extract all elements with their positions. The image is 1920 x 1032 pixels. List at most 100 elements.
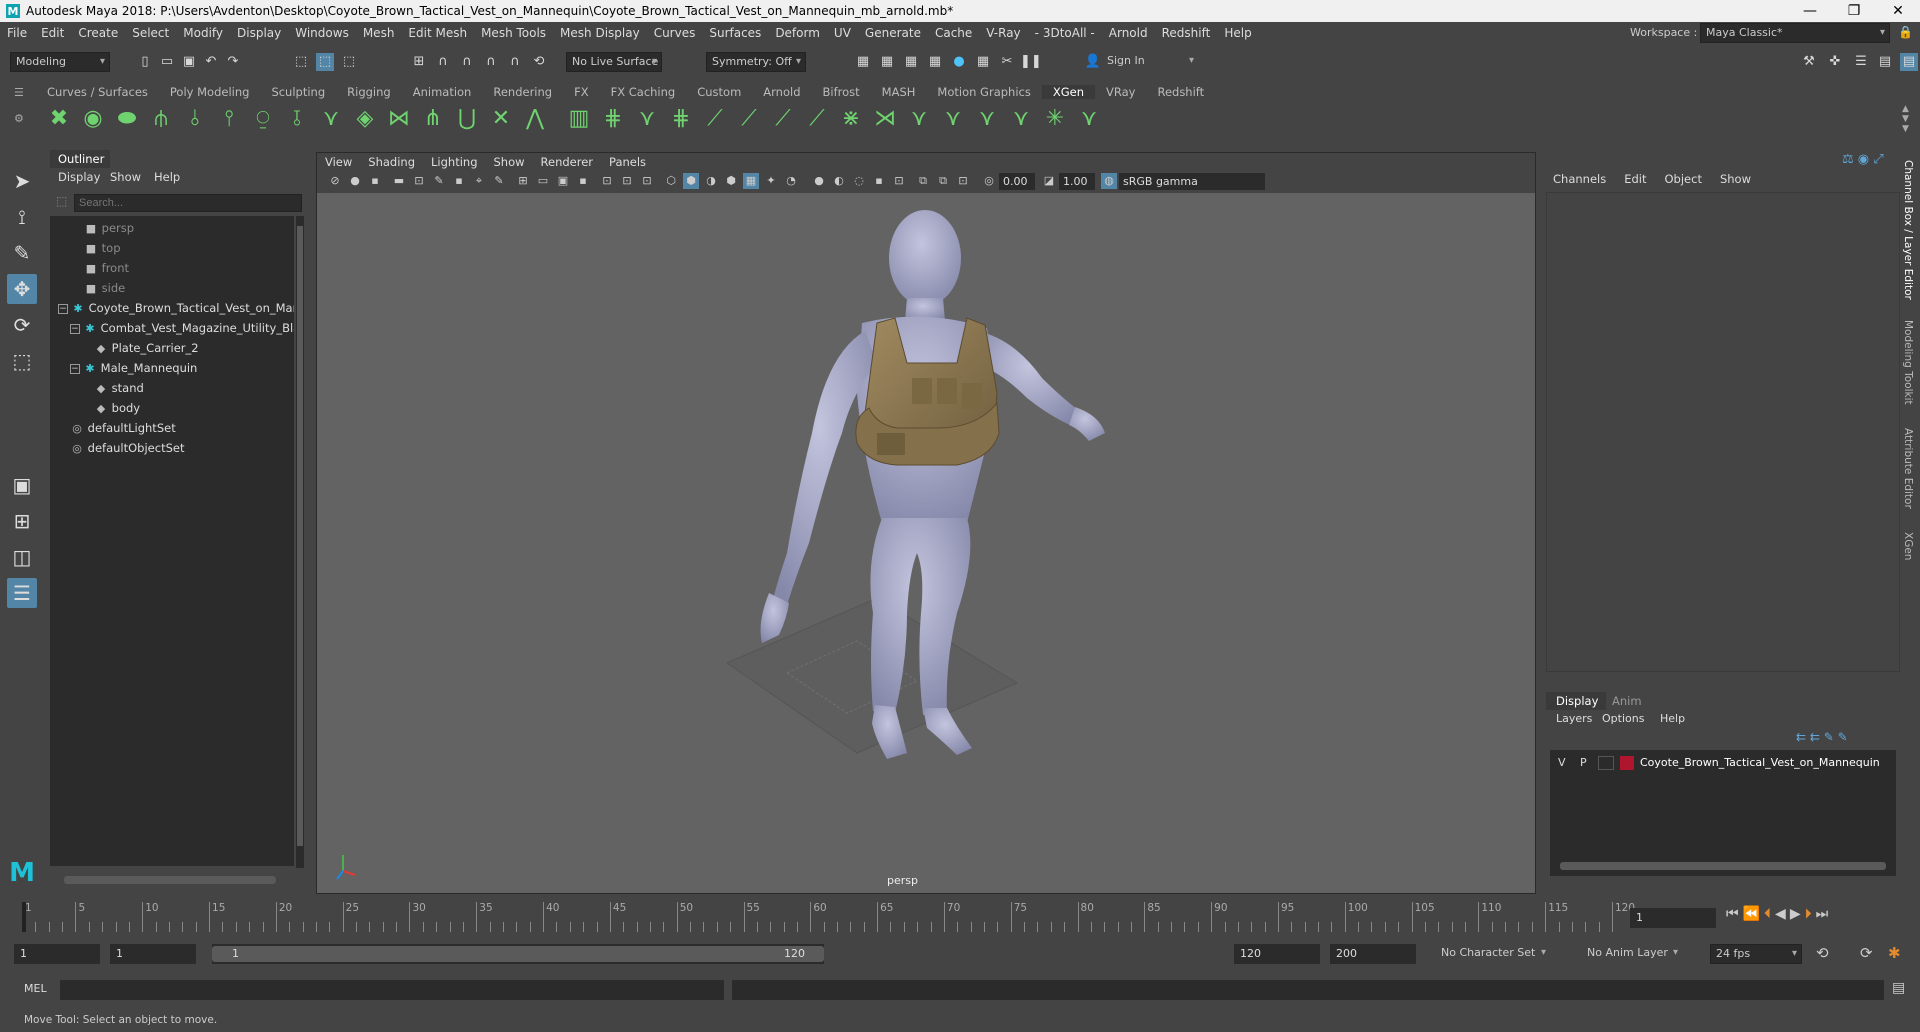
ambient-occlusion-icon[interactable]: ✦ xyxy=(763,173,779,189)
menu-curves[interactable]: Curves xyxy=(647,26,703,40)
channel-box-icon[interactable]: ▤ xyxy=(1900,53,1918,71)
xgen-editor-icon[interactable]: ✖ xyxy=(44,104,74,134)
menu-mesh[interactable]: Mesh xyxy=(356,26,402,40)
end-time-field[interactable]: 200 xyxy=(1330,944,1416,964)
xgen-preview-icon[interactable]: ◉ xyxy=(78,104,108,134)
hypershade-icon[interactable]: ● xyxy=(950,53,968,71)
step-forward-frame-icon[interactable]: ⏵ xyxy=(1805,906,1816,922)
select-object-icon[interactable]: ⬚ xyxy=(316,53,334,71)
command-language-label[interactable]: MEL xyxy=(24,982,47,995)
color-management-icon[interactable]: ◍ xyxy=(1101,173,1117,189)
channel-box-menu-show[interactable]: Show xyxy=(1711,170,1760,188)
menu-mesh-display[interactable]: Mesh Display xyxy=(553,26,647,40)
groom-direction-icon[interactable]: ⋎ xyxy=(1074,104,1104,134)
color-space-dropdown[interactable]: sRGB gamma xyxy=(1119,173,1265,190)
frame-all-icon[interactable]: ⊡ xyxy=(955,173,971,189)
xgen-interactive-groom-icon[interactable]: ▥ xyxy=(564,104,594,134)
current-time-indicator[interactable] xyxy=(22,902,26,932)
xgen-cut-icon[interactable]: ⋃ xyxy=(452,104,482,134)
outliner-item-side[interactable]: ■ side xyxy=(50,278,294,298)
isolate-select-icon[interactable]: ● xyxy=(811,173,827,189)
outliner-item-top[interactable]: ■ top xyxy=(50,238,294,258)
lights-icon[interactable]: ⬢ xyxy=(723,173,739,189)
xgen-density-icon[interactable]: ⋔ xyxy=(418,104,448,134)
film-gate-icon[interactable]: ⌖ xyxy=(471,173,487,189)
menu-set-dropdown[interactable]: Modeling xyxy=(10,52,110,72)
menu-vray[interactable]: V-Ray xyxy=(979,26,1027,40)
menu-redshift[interactable]: Redshift xyxy=(1155,26,1218,40)
range-slider-handle[interactable] xyxy=(212,946,824,962)
outliner-horizontal-scrollbar[interactable] xyxy=(64,876,276,884)
time-slider[interactable]: 1 5 10 15 20 25 30 35 40 45 50 55 60 65 70 75 80 85 90 95 10… xyxy=(16,900,1635,934)
script-editor-icon[interactable]: ▤ xyxy=(1892,980,1905,996)
shelf-tab-custom[interactable]: Custom xyxy=(686,85,752,99)
xgen-lock-length-icon[interactable]: ⫱ xyxy=(282,104,312,134)
symmetry-dropdown[interactable]: Symmetry: Off xyxy=(706,52,806,72)
modeling-toolkit-icon[interactable]: ⚒ xyxy=(1800,53,1818,71)
shelf-scroll-icon[interactable]: ▲ ▼ ▼ xyxy=(1902,104,1914,134)
outliner-item-front[interactable]: ■ front xyxy=(50,258,294,278)
exposure-icon[interactable]: ◎ xyxy=(981,173,997,189)
collapse-icon[interactable]: − xyxy=(58,303,68,314)
outliner-item-stand[interactable]: ◆ stand xyxy=(50,378,294,398)
menu-3dtoall[interactable]: - 3DtoAll - xyxy=(1028,26,1102,40)
select-component-icon[interactable]: ⬚ xyxy=(340,53,358,71)
play-forward-icon[interactable]: ▶ xyxy=(1790,906,1805,922)
redo-icon[interactable]: ↷ xyxy=(224,53,242,71)
xray-icon[interactable]: ◐ xyxy=(831,173,847,189)
select-tool-icon[interactable]: ➤ xyxy=(7,166,37,196)
layer-color-swatch[interactable] xyxy=(1620,756,1634,770)
groom-clump-icon[interactable]: ⋇ xyxy=(836,104,866,134)
move-tool-icon[interactable]: ✥ xyxy=(7,274,37,304)
xgen-add-guide-icon[interactable]: ⫰ xyxy=(180,104,210,134)
play-backward-icon[interactable]: ◀ xyxy=(1775,906,1790,922)
outliner-menu-help[interactable]: Help xyxy=(154,170,180,186)
menu-edit[interactable]: Edit xyxy=(34,26,71,40)
outliner-item-plate-carrier[interactable]: ◆ Plate_Carrier_2 xyxy=(50,338,294,358)
channel-box-menu-object[interactable]: Object xyxy=(1656,170,1711,188)
ipr-render-icon[interactable]: ▦ xyxy=(902,53,920,71)
outliner-search-input[interactable] xyxy=(74,194,302,212)
menu-arnold[interactable]: Arnold xyxy=(1102,26,1155,40)
channel-box-icons[interactable]: ⚖ ◉ ⤢ xyxy=(1842,152,1884,167)
groom-width-icon[interactable]: ⋎ xyxy=(972,104,1002,134)
layer-visibility-toggle[interactable]: V xyxy=(1558,756,1566,769)
playback-end-field[interactable]: 120 xyxy=(1234,944,1320,964)
shelf-tab-sculpting[interactable]: Sculpting xyxy=(260,85,336,99)
groom-length-icon[interactable]: ⋎ xyxy=(632,104,662,134)
layer-tab-display[interactable]: Display xyxy=(1546,692,1606,710)
smooth-shade-icon[interactable]: ⊡ xyxy=(619,173,635,189)
menu-file[interactable]: File xyxy=(0,26,34,40)
groom-mask-icon[interactable]: ✳ xyxy=(1040,104,1070,134)
exposure-field[interactable]: 0.00 xyxy=(999,173,1035,190)
character-set-dropdown[interactable]: No Character Set xyxy=(1436,944,1550,964)
arnold-render-icon[interactable]: ▦ xyxy=(974,53,992,71)
outliner-vertical-scrollbar[interactable] xyxy=(296,216,304,868)
gamma-icon[interactable]: ◪ xyxy=(1041,173,1057,189)
snap-curve-icon[interactable]: ∩ xyxy=(434,53,452,71)
shelf-tab-arnold[interactable]: Arnold xyxy=(752,85,811,99)
outliner-menu-show[interactable]: Show xyxy=(110,170,141,186)
live-surface-field[interactable]: No Live Surface xyxy=(566,52,662,72)
menu-mesh-tools[interactable]: Mesh Tools xyxy=(474,26,553,40)
shelf-tool-icon[interactable]: ✂ xyxy=(998,53,1016,71)
xgen-lasso-icon[interactable]: ⍜ xyxy=(248,104,278,134)
shelf-tab-vray[interactable]: VRay xyxy=(1095,85,1146,99)
layer-scrollbar[interactable] xyxy=(1560,862,1886,870)
menu-edit-mesh[interactable]: Edit Mesh xyxy=(401,26,474,40)
step-back-frame-icon[interactable]: ⏴ xyxy=(1764,906,1775,922)
start-time-field[interactable]: 1 xyxy=(14,944,100,964)
tool-settings-icon[interactable]: ▤ xyxy=(1876,53,1894,71)
viewport-menu-view[interactable]: View xyxy=(317,155,360,169)
safe-title-icon[interactable]: ▪ xyxy=(575,173,591,189)
menu-deform[interactable]: Deform xyxy=(768,26,827,40)
go-to-start-icon[interactable]: ⏮ xyxy=(1726,906,1743,922)
rotate-tool-icon[interactable]: ⟳ xyxy=(7,310,37,340)
viewport-menu-shading[interactable]: Shading xyxy=(360,155,423,169)
scale-tool-icon[interactable]: ⬚ xyxy=(7,346,37,376)
groom-cut-icon[interactable]: ⋕ xyxy=(666,104,696,134)
vtab-modeling-toolkit[interactable]: Modeling Toolkit xyxy=(1902,320,1914,405)
shelf-tab-animation[interactable]: Animation xyxy=(402,85,483,99)
layer-reference-toggle[interactable] xyxy=(1598,756,1614,770)
groom-place-icon[interactable]: ⋕ xyxy=(598,104,628,134)
